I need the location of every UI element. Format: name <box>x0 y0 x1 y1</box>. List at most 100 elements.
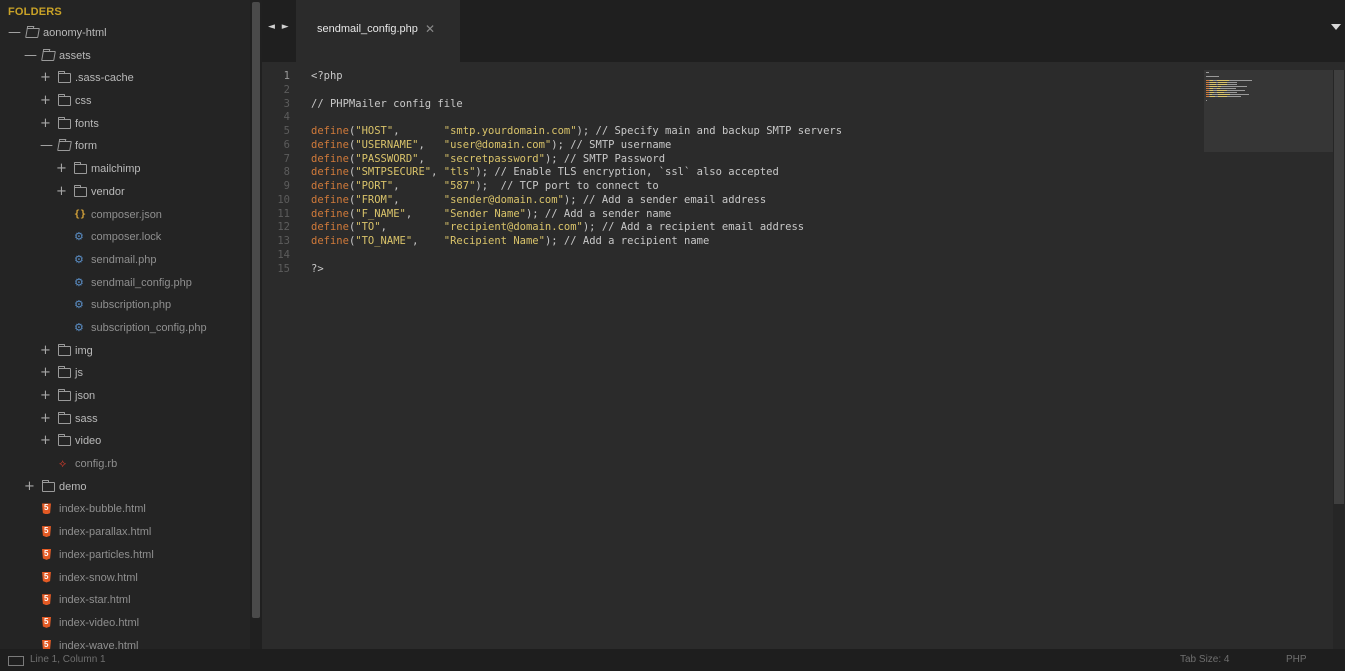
tab-close-icon[interactable]: ✕ <box>425 22 435 36</box>
tree-file[interactable]: index-particles.html <box>0 545 250 568</box>
tree-folder[interactable]: + video <box>0 431 250 454</box>
code-line[interactable]: define("HOST", "smtp.yourdomain.com"); /… <box>311 125 842 139</box>
tree-folder[interactable]: + img <box>0 341 250 364</box>
folder-icon <box>58 116 71 129</box>
code-string: "secretpassword" <box>443 152 545 165</box>
code-string: "Sender Name" <box>443 207 526 220</box>
gear-file-icon: ⚙ <box>74 320 84 334</box>
tree-folder[interactable]: — assets <box>0 46 250 69</box>
folder-icon <box>58 389 71 401</box>
tree-file[interactable]: index-bubble.html <box>0 499 250 522</box>
tree-folder[interactable]: + vendor <box>0 182 250 205</box>
expand-icon[interactable]: + <box>40 366 51 379</box>
tree-file[interactable]: ⚙ sendmail_config.php <box>0 273 250 296</box>
minimap[interactable] <box>1204 70 1333 152</box>
code-string: "sender@domain.com" <box>443 193 564 206</box>
tree-file[interactable]: ⚙ sendmail.php <box>0 250 250 273</box>
html5-file-icon <box>42 594 51 606</box>
syntax-selector[interactable]: PHP <box>1286 654 1307 665</box>
code-line[interactable] <box>311 111 842 125</box>
tab-sendmail-config[interactable]: sendmail_config.php ✕ <box>296 0 460 62</box>
code-line[interactable]: <?php <box>311 70 842 84</box>
code-line[interactable]: define("USERNAME", "user@domain.com"); /… <box>311 139 842 153</box>
tree-folder[interactable]: — form <box>0 136 250 159</box>
tree-folder[interactable]: + css <box>0 91 250 114</box>
code-line[interactable]: define("TO", "recipient@domain.com"); //… <box>311 221 842 235</box>
tree-folder[interactable]: + mailchimp <box>0 159 250 182</box>
code-text: , <box>380 221 444 234</box>
line-number: 6 <box>283 138 290 151</box>
folder-icon <box>74 162 87 175</box>
expand-icon[interactable]: + <box>40 94 51 107</box>
tree-item-label: aonomy-html <box>43 27 107 39</box>
tree-file[interactable]: ⚙ composer.lock <box>0 227 250 250</box>
collapse-icon[interactable]: — <box>24 49 37 62</box>
code-string: "PORT" <box>355 180 394 192</box>
code-text: , <box>412 235 444 247</box>
minimap-stroke <box>1227 84 1237 85</box>
tree-folder[interactable]: + demo <box>0 477 250 500</box>
code-text: ); // Enable TLS encryption, `ssl` also … <box>475 166 779 179</box>
expand-icon[interactable]: + <box>40 71 51 84</box>
code-text: ); // SMTP Password <box>544 152 666 165</box>
tree-folder[interactable]: — aonomy-html <box>0 23 250 46</box>
tree-folder[interactable]: + json <box>0 386 250 409</box>
expand-icon[interactable]: + <box>40 389 51 402</box>
tree-file[interactable]: index-snow.html <box>0 568 250 591</box>
code-line[interactable]: define("PASSWORD", "secretpassword"); //… <box>311 153 842 167</box>
code-line[interactable]: ?> <box>311 263 842 277</box>
line-number: 15 <box>277 262 290 275</box>
code-editor[interactable]: 1 2 3 4 5 6 7 8 9 10 11 12 13 14 15 <?php// PHPMailer … <box>262 62 1345 649</box>
code-line[interactable]: define("SMTPSECURE", "tls"); // Enable T… <box>311 166 842 180</box>
tree-file[interactable]: ⟡ config.rb <box>0 454 250 477</box>
folder-icon <box>58 71 71 84</box>
minimap-stroke <box>1218 94 1230 95</box>
expand-icon[interactable]: + <box>56 185 67 198</box>
code-function: define <box>311 166 349 179</box>
code-line[interactable]: define("PORT", "587"); // TCP port to co… <box>311 180 842 194</box>
collapse-icon[interactable]: — <box>40 139 53 152</box>
code-line[interactable]: // PHPMailer config file <box>311 98 842 112</box>
panel-toggle-icon[interactable] <box>8 656 24 666</box>
editor-scrollbar[interactable] <box>1333 70 1345 649</box>
tree-item-label: composer.json <box>91 208 162 221</box>
tree-folder[interactable]: + fonts <box>0 114 250 137</box>
code-line[interactable]: define("FROM", "sender@domain.com"); // … <box>311 194 842 208</box>
tree-file[interactable]: ⚙ subscription.php <box>0 295 250 318</box>
tree-file[interactable]: ⚙ subscription_config.php <box>0 318 250 341</box>
tab-nav-arrows-icon[interactable]: ◄ ► <box>268 22 291 32</box>
code-function: define <box>311 125 349 137</box>
tree-file[interactable]: index-video.html <box>0 613 250 636</box>
code-text: ); // Add a sender name <box>525 207 672 220</box>
tree-file[interactable]: index-parallax.html <box>0 522 250 545</box>
sidebar-scrollbar-thumb[interactable] <box>252 2 260 618</box>
tree-file[interactable]: {} composer.json <box>0 205 250 228</box>
expand-icon[interactable]: + <box>40 412 51 425</box>
expand-icon[interactable]: + <box>24 480 35 493</box>
editor-scrollbar-thumb[interactable] <box>1334 70 1344 504</box>
tree-folder[interactable]: + .sass-cache <box>0 68 250 91</box>
tree-file[interactable]: index-wave.html <box>0 636 250 649</box>
sidebar-scrollbar[interactable] <box>250 0 262 649</box>
code-line[interactable] <box>311 84 842 98</box>
tab-size-selector[interactable]: Tab Size: 4 <box>1180 654 1229 665</box>
tree-folder[interactable]: + sass <box>0 409 250 432</box>
expand-icon[interactable]: + <box>40 117 51 130</box>
folder-icon <box>58 411 71 424</box>
line-number: 2 <box>283 83 290 96</box>
minimap-stroke <box>1218 84 1227 85</box>
tree-item-label: form <box>75 140 97 153</box>
code-area[interactable]: <?php // PHPMailer config file define("HOS… <box>311 70 842 276</box>
code-line[interactable] <box>311 249 842 263</box>
code-line[interactable]: define("TO_NAME", "Recipient Name"); // … <box>311 235 842 249</box>
tree-file[interactable]: index-star.html <box>0 590 250 613</box>
expand-icon[interactable]: + <box>56 162 67 175</box>
expand-icon[interactable]: + <box>40 344 51 357</box>
code-line[interactable]: define("F_NAME", "Sender Name"); // Add … <box>311 208 842 222</box>
tree-folder[interactable]: + js <box>0 363 250 386</box>
tab-menu-chevron-icon[interactable] <box>1331 24 1341 30</box>
status-bar: Line 1, Column 1 Tab Size: 4 PHP <box>0 649 1345 671</box>
expand-icon[interactable]: + <box>40 434 51 447</box>
collapse-icon[interactable]: — <box>8 26 21 39</box>
minimap-stroke <box>1227 82 1237 83</box>
